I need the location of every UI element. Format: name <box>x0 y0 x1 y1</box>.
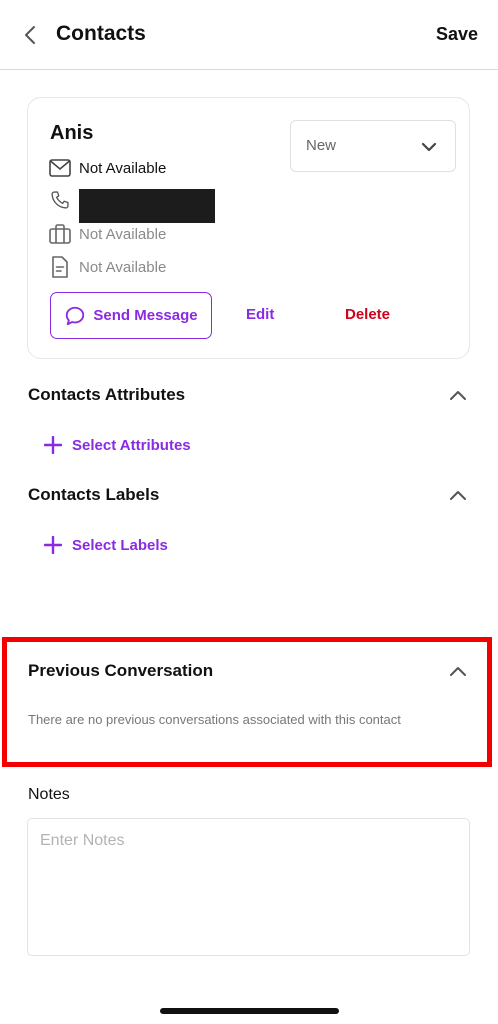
select-attributes-label: Select Attributes <box>72 436 191 454</box>
phone-value-redacted <box>79 189 215 223</box>
labels-section-title: Contacts Labels <box>28 485 160 504</box>
message-bubble-icon <box>66 306 85 325</box>
chevron-left-icon <box>25 26 35 44</box>
previous-conversation-highlight <box>2 637 492 767</box>
previous-conversation-empty-text: There are no previous conversations asso… <box>28 712 401 727</box>
document-value: Not Available <box>79 258 167 276</box>
select-attributes-button[interactable]: Select Attributes <box>44 433 191 457</box>
company-value: Not Available <box>79 225 167 243</box>
chevron-up-icon[interactable] <box>448 388 468 402</box>
contact-card: Anis New Not Available Not Available Not… <box>27 97 470 359</box>
status-value: New <box>306 137 337 154</box>
send-message-label: Send Message <box>93 307 198 324</box>
notes-label: Notes <box>28 786 70 803</box>
save-button[interactable]: Save <box>436 24 478 45</box>
select-labels-label: Select Labels <box>72 536 168 554</box>
plus-icon <box>44 436 62 454</box>
phone-row <box>48 188 215 224</box>
home-indicator <box>160 1008 339 1014</box>
contact-name: Anis <box>50 122 94 144</box>
send-message-button[interactable]: Send Message <box>50 292 212 339</box>
notes-input[interactable] <box>27 818 470 956</box>
company-row: Not Available <box>48 222 166 246</box>
chevron-up-icon[interactable] <box>448 664 468 678</box>
document-icon <box>48 255 72 279</box>
previous-conversation-title: Previous Conversation <box>28 661 214 680</box>
email-row: Not Available <box>48 156 166 180</box>
edit-button[interactable]: Edit <box>246 306 274 323</box>
delete-button[interactable]: Delete <box>345 306 390 323</box>
phone-icon <box>48 188 72 212</box>
select-labels-button[interactable]: Select Labels <box>44 533 168 557</box>
briefcase-icon <box>48 222 72 246</box>
attributes-section-title: Contacts Attributes <box>28 385 186 404</box>
app-header: Contacts Save <box>0 0 498 70</box>
page-title: Contacts <box>56 22 146 45</box>
mail-icon <box>48 156 72 180</box>
back-button[interactable] <box>18 22 42 48</box>
chevron-up-icon[interactable] <box>448 488 468 502</box>
chevron-down-icon <box>421 139 437 157</box>
status-dropdown[interactable]: New <box>290 120 456 172</box>
plus-icon <box>44 536 62 554</box>
email-value: Not Available <box>79 159 167 177</box>
document-row: Not Available <box>48 255 166 279</box>
